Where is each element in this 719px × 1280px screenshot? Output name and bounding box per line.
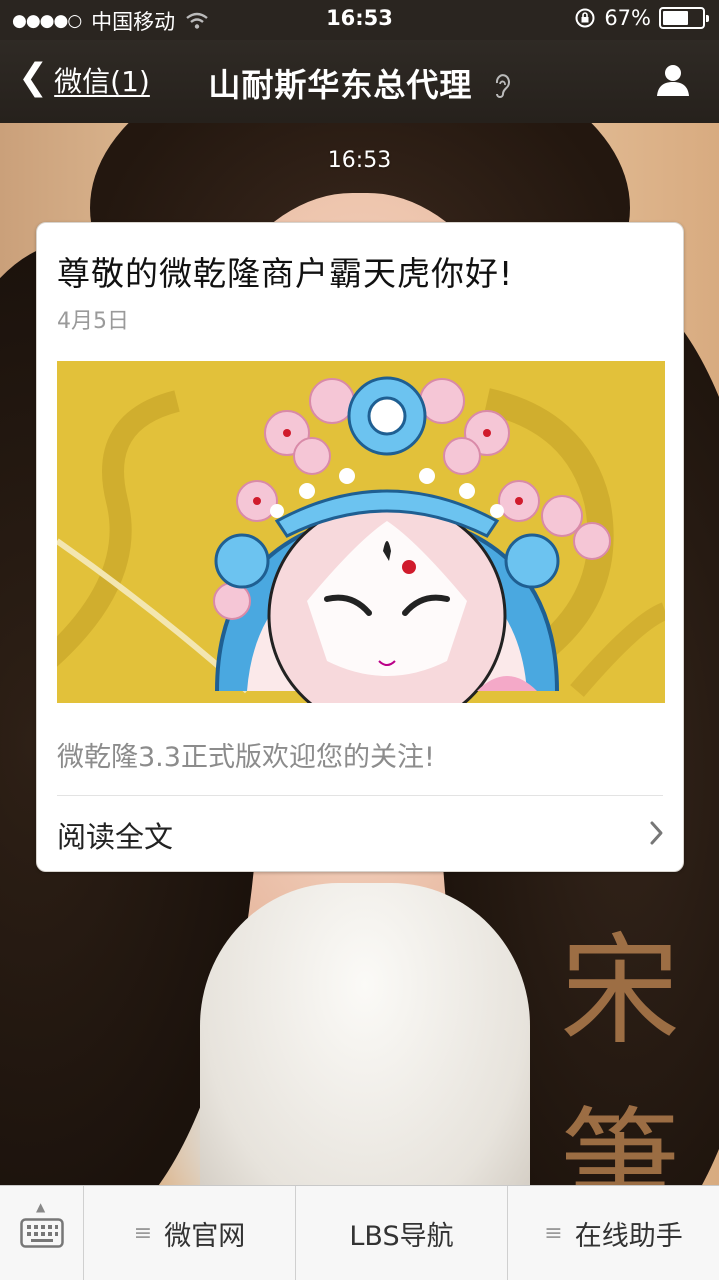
profile-icon[interactable] bbox=[655, 62, 691, 98]
bottom-menu-bar: ▲ ≡ 微官网 LBS导航 ≡ 在线助手 bbox=[0, 1185, 719, 1280]
caret-up-icon: ▲ bbox=[36, 1200, 46, 1214]
background-photo-blouse bbox=[200, 883, 530, 1185]
status-bar: ●●●●○ 中国移动 16:53 67% bbox=[0, 0, 719, 40]
read-full-article-link[interactable]: 阅读全文 bbox=[37, 796, 683, 872]
battery-level bbox=[663, 11, 689, 25]
article-title: 尊敬的微乾隆商户霸天虎你好! bbox=[57, 254, 514, 293]
message-timestamp: 16:53 bbox=[327, 148, 392, 173]
keyboard-toggle-button[interactable]: ▲ bbox=[0, 1186, 84, 1280]
chevron-right-icon bbox=[650, 821, 663, 845]
chat-title: 山耐斯华东总代理 bbox=[208, 66, 473, 104]
article-description: 微乾隆3.3正式版欢迎您的关注! bbox=[57, 742, 435, 773]
article-card[interactable]: 尊敬的微乾隆商户霸天虎你好! 4月5日 微乾隆3.3正式版欢迎您的关注! 阅读全… bbox=[36, 222, 684, 872]
background-calligraphy: 宋筆 bbox=[560, 922, 680, 1185]
menu-lines-icon: ≡ bbox=[133, 1220, 153, 1246]
menu-item-label: LBS导航 bbox=[349, 1220, 454, 1252]
battery-percent: 67% bbox=[604, 6, 651, 30]
chat-title-wrap: 山耐斯华东总代理 bbox=[0, 60, 719, 106]
menu-item-label: 在线助手 bbox=[574, 1220, 683, 1252]
article-date: 4月5日 bbox=[57, 309, 129, 334]
menu-item-online-assistant[interactable]: ≡ 在线助手 bbox=[508, 1186, 719, 1280]
menu-item-lbs-navigation[interactable]: LBS导航 bbox=[296, 1186, 508, 1280]
read-more-label: 阅读全文 bbox=[57, 820, 174, 854]
status-right: 67% bbox=[574, 6, 709, 30]
battery-icon bbox=[659, 7, 709, 29]
keyboard-icon bbox=[19, 1218, 64, 1248]
menu-item-micro-site[interactable]: ≡ 微官网 bbox=[84, 1186, 296, 1280]
article-cover-image[interactable] bbox=[57, 361, 665, 703]
ear-icon bbox=[495, 74, 510, 98]
navigation-bar: ❮ 微信(1) 山耐斯华东总代理 bbox=[0, 40, 719, 123]
rotation-lock-icon bbox=[575, 8, 595, 28]
opera-character-illustration bbox=[57, 361, 665, 703]
menu-lines-icon: ≡ bbox=[544, 1220, 563, 1246]
menu-item-label: 微官网 bbox=[164, 1220, 246, 1252]
